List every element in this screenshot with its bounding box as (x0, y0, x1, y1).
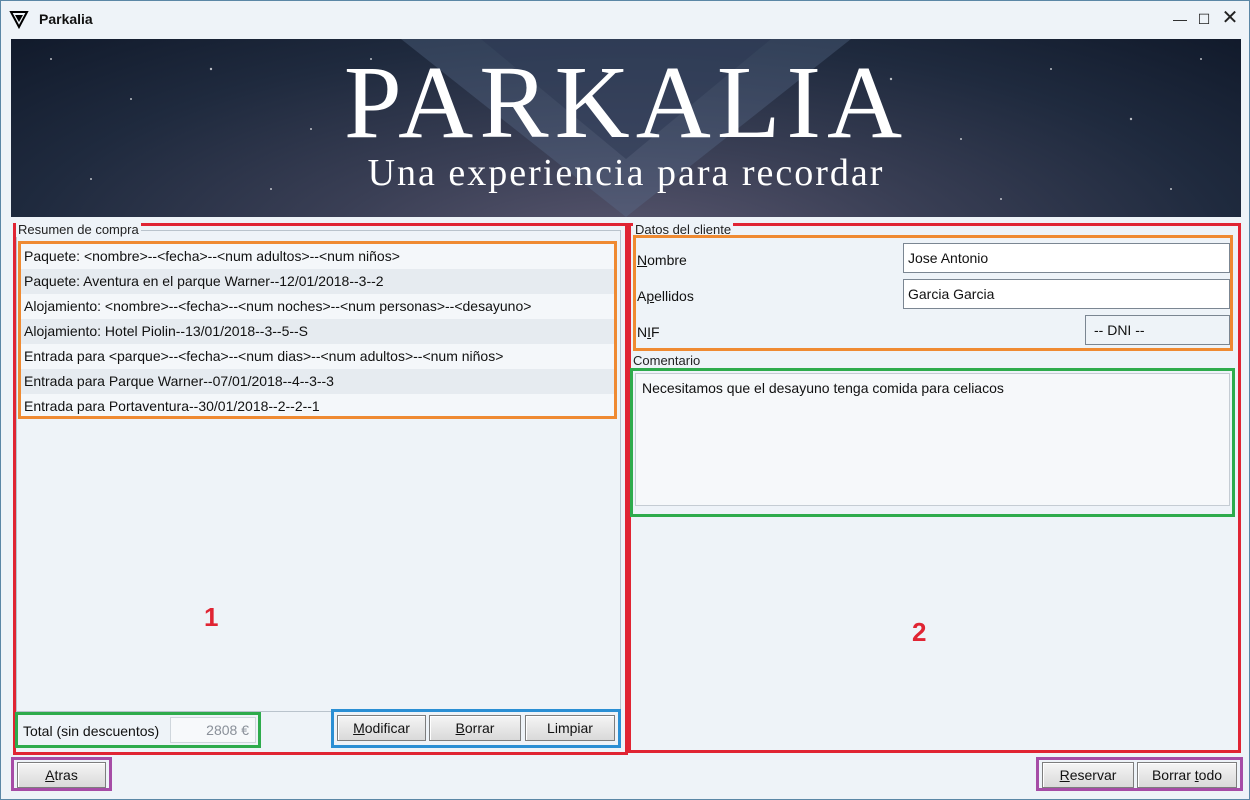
list-item[interactable]: Entrada para <parque>--<fecha>--<num dia… (21, 344, 614, 369)
borrar-label: orrar (464, 720, 495, 736)
list-item[interactable]: Entrada para Portaventura--30/01/2018--2… (21, 394, 614, 419)
title-bar[interactable]: Parkalia — ☐ ✕ (1, 1, 1249, 37)
purchase-list[interactable]: Paquete: <nombre>--<fecha>--<num adultos… (18, 241, 617, 419)
minimize-button[interactable]: — (1167, 7, 1193, 31)
reservar-label: eservar (1069, 767, 1117, 783)
banner-image: PARKALIA Una experiencia para recordar (11, 39, 1241, 217)
section-marker-1: 1 (204, 602, 219, 632)
list-item[interactable]: Alojamiento: <nombre>--<fecha>--<num noc… (21, 294, 614, 319)
back-nav-group: Atras (11, 757, 112, 791)
atras-button[interactable]: Atras (17, 762, 106, 788)
maximize-button[interactable]: ☐ (1191, 7, 1217, 31)
main-window: Parkalia — ☐ ✕ PARKALIA Una experiencia … (0, 0, 1250, 800)
total-group: Total (sin descuentos) 2808 € (15, 712, 261, 748)
banner-title: PARKALIA (343, 45, 909, 160)
modificar-button[interactable]: Modificar (337, 715, 426, 741)
borrar-todo-label-end: odo (1198, 767, 1223, 783)
banner-subtitle: Una experiencia para recordar (367, 152, 885, 194)
section-marker-2: 2 (912, 617, 927, 647)
comment-group: Necesitamos que el desayuno tenga comida… (630, 368, 1235, 517)
list-item[interactable]: Entrada para Parque Warner--07/01/2018--… (21, 369, 614, 394)
modificar-label: odificar (364, 720, 410, 736)
client-form: Nombre Jose Antonio Apellidos Garcia Gar… (633, 235, 1233, 351)
list-item[interactable]: Paquete: <nombre>--<fecha>--<num adultos… (21, 244, 614, 269)
app-logo-icon (9, 11, 29, 29)
nombre-field[interactable]: Jose Antonio (903, 243, 1230, 273)
nif-label: NIF (637, 324, 660, 340)
total-value-field: 2808 € (170, 717, 256, 743)
reservar-button[interactable]: Reservar (1042, 762, 1134, 788)
limpiar-button[interactable]: Limpiar (525, 715, 615, 741)
list-item[interactable]: Paquete: Aventura en el parque Warner--1… (21, 269, 614, 294)
booking-actions-group: Reservar Borrar todo (1036, 757, 1243, 791)
window-title: Parkalia (39, 11, 93, 27)
list-actions-group: Modificar Borrar Limpiar (331, 709, 621, 748)
nombre-label: Nombre (637, 252, 687, 268)
atras-label: tras (54, 767, 78, 783)
close-button[interactable]: ✕ (1217, 7, 1243, 31)
apellidos-field[interactable]: Garcia Garcia (903, 279, 1230, 309)
borrar-todo-button[interactable]: Borrar todo (1137, 762, 1237, 788)
nif-type-select[interactable]: -- DNI -- (1085, 315, 1230, 345)
borrar-button[interactable]: Borrar (429, 715, 521, 741)
comment-label: Comentario (631, 353, 703, 368)
borrar-todo-label-start: Borrar (1151, 767, 1195, 783)
comment-textarea[interactable]: Necesitamos que el desayuno tenga comida… (635, 373, 1230, 506)
list-item[interactable]: Alojamiento: Hotel Piolin--13/01/2018--3… (21, 319, 614, 344)
total-label: Total (sin descuentos) (23, 723, 160, 739)
purchase-summary-label: Resumen de compra (16, 222, 141, 237)
apellidos-label: Apellidos (637, 288, 694, 304)
